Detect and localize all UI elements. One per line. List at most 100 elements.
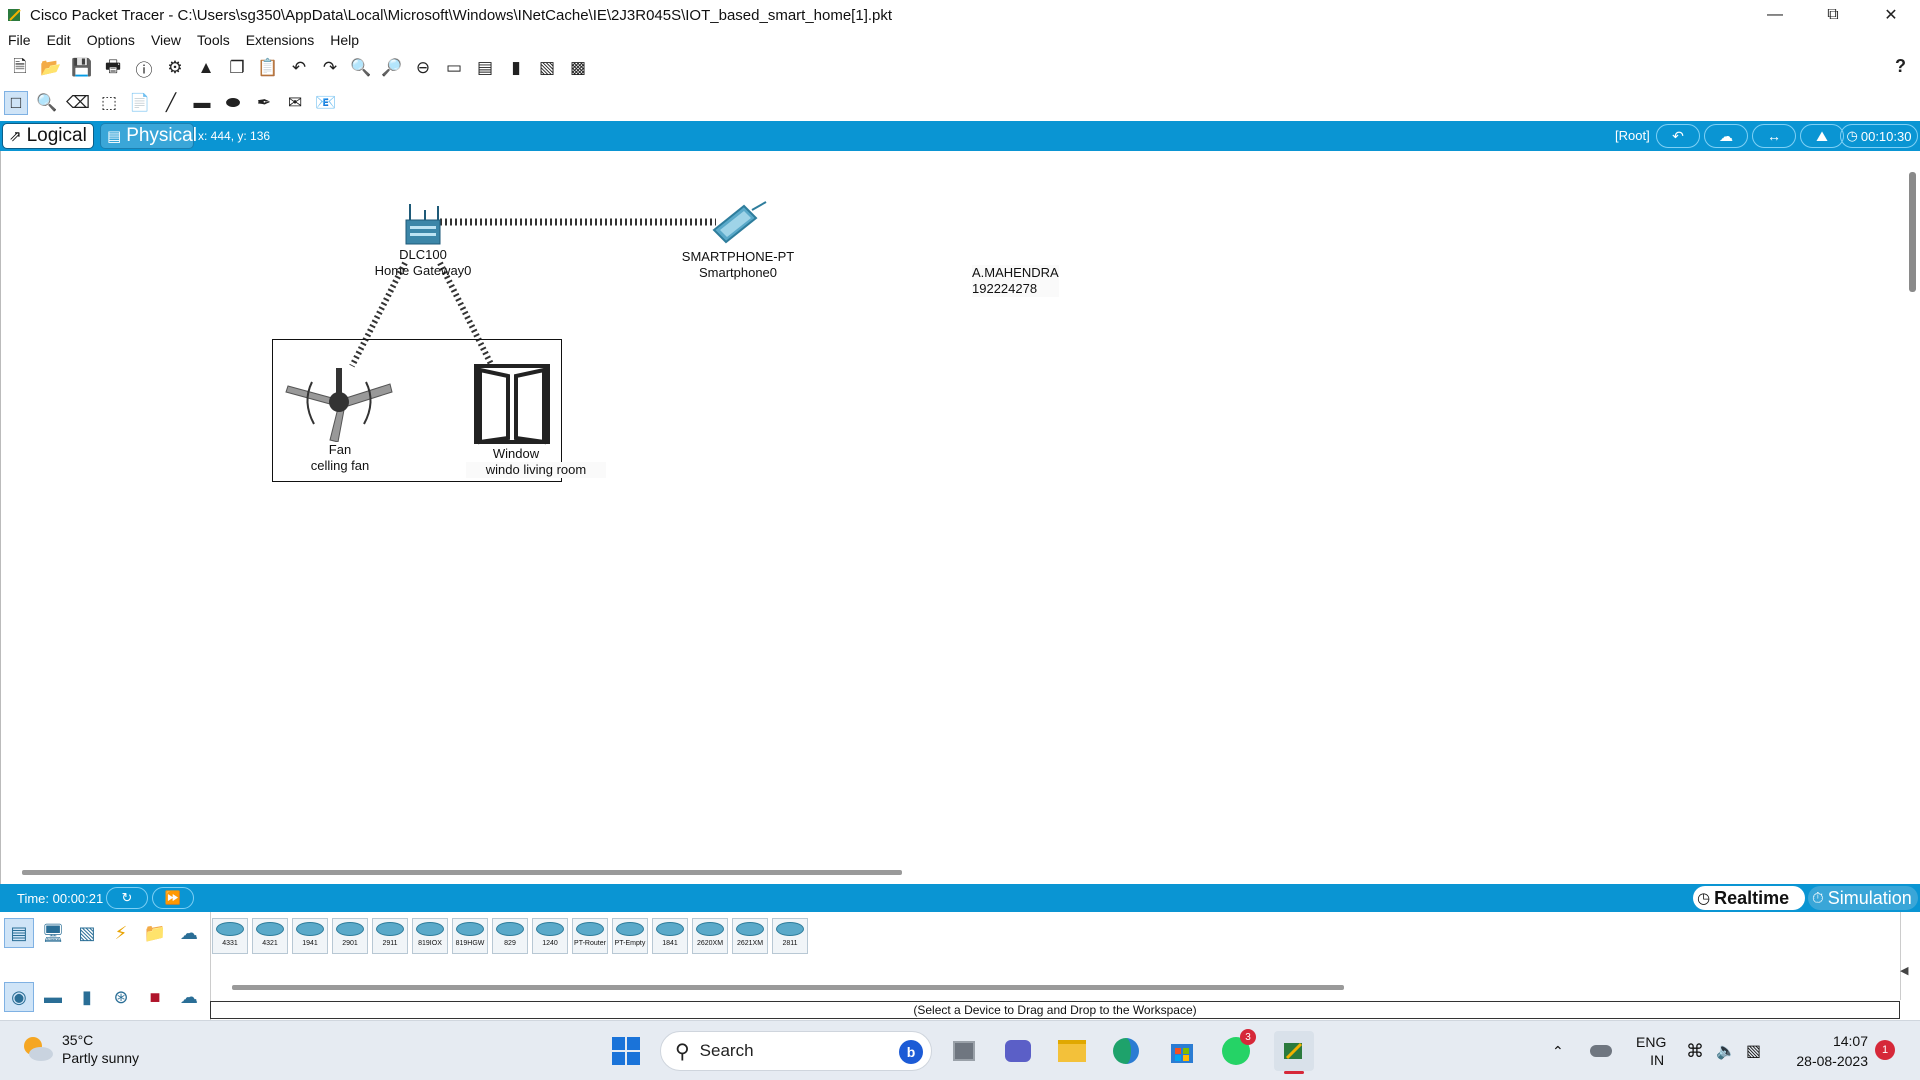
- close-button[interactable]: ✕: [1862, 0, 1920, 30]
- teams-chat-icon[interactable]: [1000, 1033, 1036, 1069]
- custom-device-icon[interactable]: ▤: [473, 56, 497, 80]
- zoom-reset-icon[interactable]: 🔎: [380, 56, 404, 80]
- router-model-4331[interactable]: 4331: [212, 918, 248, 954]
- router-model-829[interactable]: 829: [492, 918, 528, 954]
- logical-tab[interactable]: ⇗ Logical: [2, 123, 94, 149]
- microsoft-store-icon[interactable]: [1164, 1033, 1200, 1069]
- back-cluster-icon[interactable]: ↶: [1656, 124, 1700, 148]
- router-model-2811[interactable]: 2811: [772, 918, 808, 954]
- new-cluster-icon[interactable]: ☁: [1704, 124, 1748, 148]
- routers-subcategory-icon[interactable]: ◉: [4, 982, 34, 1012]
- router-model-1941[interactable]: 1941: [292, 918, 328, 954]
- inspect-tool-icon[interactable]: 🔍: [35, 91, 59, 115]
- save-icon[interactable]: 💾: [70, 56, 94, 80]
- router-model-2621xm[interactable]: 2621XM: [732, 918, 768, 954]
- edge-browser-icon[interactable]: [1108, 1033, 1144, 1069]
- menu-view[interactable]: View: [151, 32, 181, 48]
- ceiling-fan-icon[interactable]: [282, 362, 396, 442]
- switches-subcategory-icon[interactable]: ▬: [38, 982, 68, 1012]
- viewport-clock[interactable]: ◷ 00:10:30: [1840, 124, 1918, 148]
- undo-icon[interactable]: ↶: [287, 56, 311, 80]
- minimize-button[interactable]: —: [1746, 0, 1804, 30]
- packet-tracer-taskbar-icon[interactable]: [1274, 1031, 1314, 1074]
- router-model-2901[interactable]: 2901: [332, 918, 368, 954]
- workspace-note[interactable]: A.MAHENDRA 192224278: [972, 265, 1059, 297]
- realtime-mode-button[interactable]: ◷ Realtime: [1693, 886, 1805, 910]
- network-devices-category-icon[interactable]: ▤: [4, 918, 34, 948]
- window-icon[interactable]: [472, 362, 552, 446]
- file-explorer-icon[interactable]: [1054, 1033, 1090, 1069]
- print-icon[interactable]: 🖶: [101, 56, 125, 80]
- taskbar-search-box[interactable]: ⚲ Search b: [660, 1031, 932, 1071]
- windows-start-icon[interactable]: [608, 1033, 644, 1069]
- palette-horizontal-scrollbar[interactable]: [232, 985, 1344, 990]
- security-subcategory-icon[interactable]: ■: [140, 982, 170, 1012]
- menu-edit[interactable]: Edit: [47, 32, 71, 48]
- simple-pdu-icon[interactable]: ✉: [283, 91, 307, 115]
- power-cycle-devices-button[interactable]: ↻: [106, 887, 148, 909]
- router-model-819hgw[interactable]: 819HGW: [452, 918, 488, 954]
- end-devices-category-icon[interactable]: 🖥: [38, 918, 68, 948]
- hubs-subcategory-icon[interactable]: ▮: [72, 982, 102, 1012]
- battery-icon[interactable]: ▧: [1746, 1021, 1761, 1080]
- onedrive-cloud-icon[interactable]: [1590, 1021, 1612, 1080]
- ellipse-tool-icon[interactable]: ⬬: [221, 91, 245, 115]
- rectangle-tool-icon[interactable]: ▬: [190, 91, 214, 115]
- components-category-icon[interactable]: ▧: [72, 918, 102, 948]
- router-view-icon[interactable]: ▧: [535, 56, 559, 80]
- wan-emulation-subcategory-icon[interactable]: ☁: [174, 982, 204, 1012]
- multiuser-category-icon[interactable]: ☁: [174, 918, 204, 948]
- freeform-tool-icon[interactable]: ✒: [252, 91, 276, 115]
- notification-badge[interactable]: 1: [1875, 1040, 1895, 1060]
- wireless-devices-subcategory-icon[interactable]: ⊛: [106, 982, 136, 1012]
- restore-button[interactable]: ⧉: [1804, 0, 1862, 30]
- resize-tool-icon[interactable]: ⬚: [97, 91, 121, 115]
- wifi-icon[interactable]: ⌘: [1686, 1021, 1704, 1080]
- router-model-2620xm[interactable]: 2620XM: [692, 918, 728, 954]
- palette-collapse-arrow-icon[interactable]: ◀: [1900, 964, 1908, 977]
- delete-tool-icon[interactable]: ⌫: [66, 91, 90, 115]
- menu-options[interactable]: Options: [87, 32, 135, 48]
- new-file-icon[interactable]: 🗎: [8, 56, 32, 80]
- set-background-icon[interactable]: ⛰: [1800, 124, 1844, 148]
- root-breadcrumb[interactable]: [Root]: [1615, 128, 1650, 143]
- fast-forward-time-button[interactable]: ⏩: [152, 887, 194, 909]
- connections-category-icon[interactable]: ⚡: [106, 918, 136, 948]
- screenshot-icon[interactable]: ▩: [566, 56, 590, 80]
- workspace-vertical-scrollbar[interactable]: [1909, 172, 1916, 292]
- menu-help[interactable]: Help: [330, 32, 359, 48]
- menu-tools[interactable]: Tools: [197, 32, 230, 48]
- select-tool-icon[interactable]: □: [4, 91, 28, 115]
- move-object-icon[interactable]: ↔: [1752, 124, 1796, 148]
- line-tool-icon[interactable]: ╱: [159, 91, 183, 115]
- activity-wizard-icon[interactable]: ▲: [194, 56, 218, 80]
- show-hidden-icons-chevron-icon[interactable]: ⌃: [1552, 1021, 1564, 1080]
- menu-extensions[interactable]: Extensions: [246, 32, 314, 48]
- home-gateway-icon[interactable]: [402, 200, 448, 248]
- drawing-palette-icon[interactable]: ▭: [442, 56, 466, 80]
- paste-icon[interactable]: 📋: [256, 56, 280, 80]
- router-model-1841[interactable]: 1841: [652, 918, 688, 954]
- taskbar-clock[interactable]: 14:07 28-08-2023: [1784, 1031, 1868, 1071]
- task-view-icon[interactable]: [946, 1033, 982, 1069]
- document-icon[interactable]: ▮: [504, 56, 528, 80]
- copy-icon[interactable]: ❐: [225, 56, 249, 80]
- zoom-in-icon[interactable]: 🔍: [349, 56, 373, 80]
- open-folder-icon[interactable]: 📂: [39, 56, 63, 80]
- router-model-4321[interactable]: 4321: [252, 918, 288, 954]
- physical-tab[interactable]: ▤ Physical: [100, 123, 197, 149]
- network-wizard-icon[interactable]: ⚙: [163, 56, 187, 80]
- router-model-pt-empty[interactable]: PT-Empty: [612, 918, 648, 954]
- note-tool-icon[interactable]: 📄: [128, 91, 152, 115]
- info-icon[interactable]: ⓘ: [132, 56, 156, 80]
- router-model-2911[interactable]: 2911: [372, 918, 408, 954]
- router-model-819iox[interactable]: 819IOX: [412, 918, 448, 954]
- language-indicator[interactable]: ENG IN: [1636, 1021, 1666, 1080]
- whatsapp-icon[interactable]: 3: [1218, 1029, 1256, 1069]
- complex-pdu-icon[interactable]: 📧: [314, 91, 338, 115]
- redo-icon[interactable]: ↷: [318, 56, 342, 80]
- smartphone-icon[interactable]: [708, 200, 770, 248]
- help-icon[interactable]: ?: [1895, 56, 1906, 77]
- simulation-mode-button[interactable]: ⏱ Simulation: [1808, 886, 1918, 910]
- router-model-pt-router[interactable]: PT-Router: [572, 918, 608, 954]
